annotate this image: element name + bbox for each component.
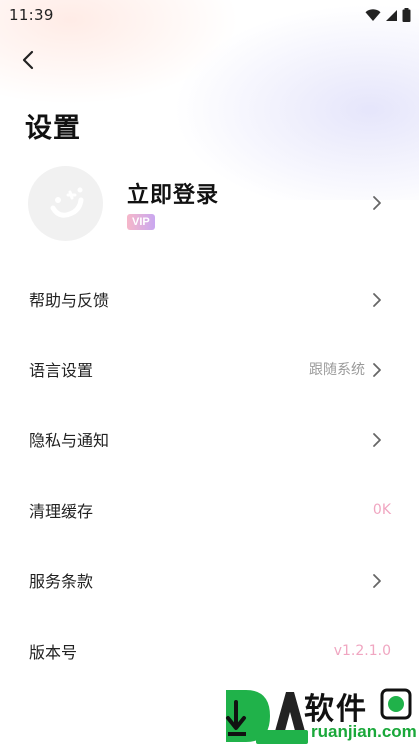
settings-item-label: 服务条款 — [29, 572, 94, 591]
settings-item-label: 帮助与反馈 — [29, 291, 110, 310]
chevron-right-icon — [373, 363, 381, 377]
signal-icon — [386, 9, 397, 21]
settings-item-terms[interactable]: 服务条款 — [0, 545, 419, 615]
chevron-right-icon — [373, 433, 381, 447]
watermark-green-bar — [256, 730, 308, 744]
settings-item-label: 版本号 — [29, 643, 78, 662]
watermark-url-text: ruanjian.com — [311, 722, 417, 741]
settings-item-privacy-notifications[interactable]: 隐私与通知 — [0, 404, 419, 474]
settings-item-label: 清理缓存 — [29, 502, 94, 521]
settings-item-help-feedback[interactable]: 帮助与反馈 — [0, 264, 419, 334]
login-label[interactable]: 立即登录 — [127, 177, 219, 209]
version-value: v1.2.1.0 — [333, 643, 391, 659]
battery-icon — [402, 8, 411, 22]
chevron-right-icon — [373, 293, 381, 307]
page-title: 设置 — [25, 113, 81, 144]
cache-size-value: 0K — [372, 502, 391, 518]
status-time: 11:39 — [9, 6, 54, 24]
settings-item-clear-cache[interactable]: 清理缓存 0K — [0, 475, 419, 545]
settings-item-label: 隐私与通知 — [29, 431, 110, 450]
login-row[interactable]: 立即登录 VIP — [0, 160, 419, 248]
settings-item-version: 版本号 v1.2.1.0 — [0, 616, 419, 686]
settings-item-label: 语言设置 — [29, 361, 94, 380]
vip-badge: VIP — [127, 214, 155, 230]
watermark-logo: 软件 ruanjian.com — [216, 684, 419, 746]
chevron-right-icon — [373, 574, 381, 588]
status-bar: 11:39 — [0, 0, 419, 30]
settings-item-language[interactable]: 语言设置 跟随系统 — [0, 334, 419, 404]
language-value: 跟随系统 — [309, 362, 365, 378]
gamepad-icon — [380, 688, 412, 720]
back-button[interactable] — [14, 46, 42, 74]
status-icons — [365, 8, 411, 22]
wifi-icon — [365, 8, 381, 21]
chevron-left-icon — [22, 50, 34, 70]
chevron-right-icon — [373, 196, 381, 210]
avatar[interactable] — [28, 166, 103, 241]
smiley-avatar-icon — [50, 187, 83, 218]
